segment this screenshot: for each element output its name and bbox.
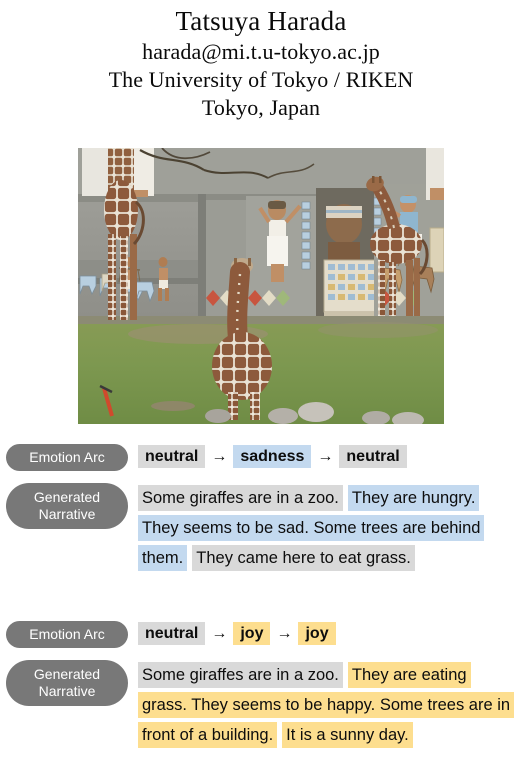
narrative-label-col-2: Generated Narrative [0, 660, 138, 706]
generated-narrative-text-1: Some giraffes are in a zoo. They are hung… [138, 483, 514, 573]
arc-segment: neutral [138, 445, 206, 468]
arc-label-col-1: Emotion Arc [0, 444, 138, 471]
narrative-label-col-1: Generated Narrative [0, 483, 138, 529]
narrative-segment: It is a sunny day. [282, 722, 413, 748]
emotion-block-1: Emotion Arc neutral → sadness → neutral Gene… [0, 444, 522, 573]
generated-narrative-label: Generated Narrative [6, 660, 128, 706]
emotion-arc-sequence-2: neutral → joy → joy [138, 621, 520, 647]
narrative-segment: Some giraffes are in a zoo. [138, 662, 343, 688]
emotion-arc-label: Emotion Arc [6, 444, 128, 471]
author-location: Tokyo, Japan [201, 95, 321, 120]
arrow-icon: → [317, 448, 334, 465]
narrative-segment: Some giraffes are in a zoo. [138, 485, 343, 511]
narrative-label-line2: Narrative [38, 506, 96, 522]
generated-narrative-text-2: Some giraffes are in a zoo. They are eati… [138, 660, 515, 750]
arc-label-col-2: Emotion Arc [0, 621, 138, 648]
narrative-segment: They came here to eat grass. [192, 545, 415, 571]
arrow-icon: → [276, 625, 293, 642]
narrative-label-line1: Generated [33, 489, 101, 505]
emotion-arc-row-1: Emotion Arc neutral → sadness → neutral [0, 444, 522, 471]
generated-narrative-row-2: Generated Narrative Some giraffes are in… [0, 660, 522, 750]
arc-segment: neutral [339, 445, 407, 468]
giraffe-zoo-photo [78, 148, 444, 424]
generated-narrative-row-1: Generated Narrative Some giraffes are in… [0, 483, 522, 573]
photo-canvas [78, 148, 444, 424]
author-affiliation: The University of Tokyo / RIKEN [108, 67, 414, 92]
generated-narrative-label: Generated Narrative [6, 483, 128, 529]
arc-segment: joy [233, 622, 271, 645]
author-header: Tatsuya Harada harada@mi.t.u-tokyo.ac.jp… [0, 0, 522, 122]
arc-segment: sadness [233, 445, 312, 468]
arc-content-1: neutral → sadness → neutral [138, 444, 522, 470]
narrative-content-1: Some giraffes are in a zoo. They are hung… [138, 483, 522, 573]
arrow-icon: → [211, 448, 228, 465]
photo-illustration [78, 148, 444, 424]
emotion-arc-sequence-1: neutral → sadness → neutral [138, 444, 520, 470]
emotion-arc-label: Emotion Arc [6, 621, 128, 648]
author-name: Tatsuya Harada [175, 6, 347, 36]
arc-segment: joy [298, 622, 336, 645]
emotion-block-2: Emotion Arc neutral → joy → joy Generated Na… [0, 621, 522, 750]
narrative-label-line1: Generated [33, 666, 101, 682]
narrative-label-line2: Narrative [38, 683, 96, 699]
emotion-arc-row-2: Emotion Arc neutral → joy → joy [0, 621, 522, 648]
arc-content-2: neutral → joy → joy [138, 621, 522, 647]
author-email: harada@mi.t.u-tokyo.ac.jp [142, 39, 380, 64]
arc-segment: neutral [138, 622, 206, 645]
narrative-content-2: Some giraffes are in a zoo. They are eati… [138, 660, 522, 750]
arrow-icon: → [211, 625, 228, 642]
